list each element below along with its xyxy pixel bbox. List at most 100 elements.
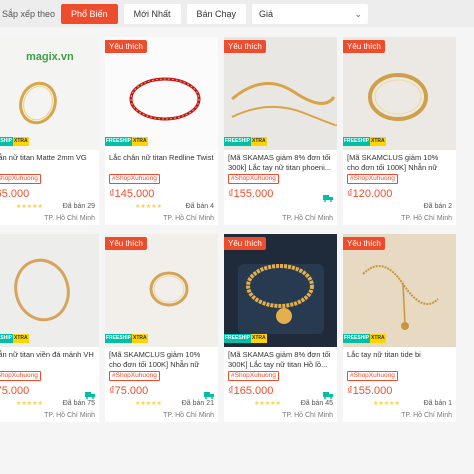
- shop-trend-tag: #ShopXuhuong: [228, 174, 279, 184]
- freeship-label: FREESHIP: [105, 137, 133, 146]
- product-price: ₫75.000: [0, 385, 30, 397]
- rating-stars: ★★★★★: [16, 401, 43, 407]
- product-name[interactable]: nhẫn nữ titan Matte 2mm VG: [0, 153, 95, 172]
- sold-count: Đã bán 45: [300, 400, 333, 407]
- product-card[interactable]: magix.vn FREESHIPXTRA nhẫn nữ titan Matte …: [0, 37, 99, 225]
- freeship-label: FREESHIP: [224, 137, 252, 146]
- seller-location: TP. Hồ Chí Minh: [401, 412, 452, 419]
- product-price: ₫155.000: [347, 385, 393, 397]
- xtra-label: XTRA: [13, 334, 29, 343]
- sort-bestseller-button[interactable]: Bán Chạy: [186, 3, 247, 24]
- shop-trend-tag: #ShopXuhuong: [109, 371, 160, 381]
- product-price: ₫145.000: [109, 188, 155, 200]
- favorite-badge: Yêu thích: [105, 237, 147, 250]
- xtra-label: XTRA: [132, 137, 148, 146]
- sort-popular-button[interactable]: Phổ Biến: [61, 3, 118, 24]
- freeship-xtra-badge: FREESHIPXTRA: [105, 137, 148, 146]
- product-image[interactable]: [343, 37, 456, 150]
- sold-count: Đã bán 1: [423, 400, 452, 407]
- product-card[interactable]: FREESHIPXTRA nhẫn nữ titan viền đá mảnh V…: [0, 234, 99, 422]
- product-card[interactable]: Yêu thích FREESHIP XTRA [Mã SKAMAS giảm 8% …: [224, 37, 337, 225]
- freeship-xtra-badge: FREESHIPXTRA: [343, 137, 386, 146]
- shop-trend-tag: #ShopXuhuong: [347, 371, 398, 381]
- product-price: ₫120.000: [347, 188, 393, 200]
- sold-count: Đã bán 75: [62, 400, 95, 407]
- product-image[interactable]: [105, 37, 218, 150]
- shipping-truck-icon: [323, 189, 333, 202]
- freeship-label: FREESHIP: [343, 334, 371, 343]
- rating-stars: ★★★★★: [135, 401, 162, 407]
- freeship-xtra-badge: FREESHIPXTRA: [0, 334, 29, 343]
- product-image[interactable]: [224, 37, 337, 150]
- watermark-logo: magix.vn: [26, 51, 74, 63]
- product-name[interactable]: [Mã SKAMAS giảm 8% đơn tối 300k] Lắc tay…: [228, 153, 333, 172]
- rating-stars: ★★★★★: [135, 204, 162, 210]
- seller-location: TP. Hồ Chí Minh: [282, 215, 333, 222]
- product-card[interactable]: Yêu thích FREESHIP XTRA [Mã SKAMAS giảm 8% …: [224, 234, 337, 422]
- product-name[interactable]: Lắc tay nữ titan tide bi: [347, 350, 452, 369]
- product-price: ₫155.000: [228, 188, 274, 200]
- product-image[interactable]: [343, 234, 456, 347]
- freeship-xtra-badge: FREESHIPXTRA: [224, 334, 267, 343]
- product-image[interactable]: [0, 234, 99, 347]
- product-photo: [343, 234, 456, 347]
- favorite-badge: Yêu thích: [224, 237, 266, 250]
- shop-trend-tag: #ShopXuhuong: [0, 371, 41, 381]
- favorite-badge: Yêu thích: [224, 40, 266, 53]
- product-name[interactable]: [Mã SKAMCLUS giảm 10% cho đơn tối 100K] …: [109, 350, 214, 369]
- seller-location: TP. Hồ Chí Minh: [282, 412, 333, 419]
- product-image[interactable]: [224, 234, 337, 347]
- product-photo: [0, 234, 99, 347]
- freeship-label: FREESHIP: [105, 334, 133, 343]
- xtra-label: XTRA: [13, 137, 29, 146]
- freeship-label: FREESHIP: [224, 334, 252, 343]
- xtra-label: XTRA: [132, 334, 148, 343]
- product-price: ₫65.000: [0, 188, 30, 200]
- sold-count: Đã bán 4: [185, 203, 214, 210]
- shipping-truck-icon: [204, 386, 214, 399]
- sort-newest-button[interactable]: Mới Nhất: [123, 3, 181, 24]
- product-grid: magix.vnFREESHIPXTRAnhẫn nữ titan Matte …: [0, 37, 456, 422]
- shipping-truck-icon: [323, 386, 333, 399]
- shipping-truck-icon: [85, 386, 95, 399]
- freeship-xtra-badge: FREESHIPXTRA: [343, 334, 386, 343]
- product-card[interactable]: Yêu thích FREESHIP XTRA [Mã SKAMCLUS giảm 1…: [105, 234, 218, 422]
- sold-count: Đã bán 21: [181, 400, 214, 407]
- rating-stars: ★★★★★: [373, 401, 400, 407]
- product-photo: [343, 37, 456, 150]
- sold-count: Đã bán 29: [62, 203, 95, 210]
- freeship-xtra-badge: FREESHIPXTRA: [105, 334, 148, 343]
- chevron-down-icon: ⌄: [354, 8, 363, 19]
- sort-label: Sắp xếp theo: [2, 8, 56, 19]
- product-name[interactable]: nhẫn nữ titan viền đá mảnh VH: [0, 350, 95, 369]
- shop-trend-tag: #ShopXuhuong: [109, 174, 160, 184]
- price-sort-select[interactable]: Giá ⌄: [252, 3, 369, 24]
- seller-location: TP. Hồ Chí Minh: [44, 412, 95, 419]
- product-name[interactable]: [Mã SKAMCLUS giảm 10% cho đơn tối 100K] …: [347, 153, 452, 172]
- product-card[interactable]: Yêu thích FREESHIP XTRA [Mã SKAMCLUS giảm 1…: [343, 37, 456, 225]
- xtra-label: XTRA: [370, 137, 386, 146]
- rating-stars: ★★★★★: [254, 401, 281, 407]
- product-card[interactable]: Yêu thích FREESHIP XTRA Lắc chân nữ titan R…: [105, 37, 218, 225]
- product-photo: [224, 37, 337, 150]
- sold-count: Đã bán 2: [423, 203, 452, 210]
- rating-stars: ★★★★★: [16, 204, 43, 210]
- seller-location: TP. Hồ Chí Minh: [163, 215, 214, 222]
- favorite-badge: Yêu thích: [343, 237, 385, 250]
- product-name[interactable]: Lắc chân nữ titan Redline Twist: [109, 153, 214, 172]
- seller-location: TP. Hồ Chí Minh: [44, 215, 95, 222]
- freeship-xtra-badge: FREESHIPXTRA: [224, 137, 267, 146]
- product-photo: [105, 37, 218, 150]
- product-image[interactable]: [105, 234, 218, 347]
- product-card[interactable]: Yêu thích FREESHIP XTRA Lắc tay nữ titan ti…: [343, 234, 456, 422]
- seller-location: TP. Hồ Chí Minh: [163, 412, 214, 419]
- shop-trend-tag: #ShopXuhuong: [347, 174, 398, 184]
- price-sort-label: Giá: [259, 8, 274, 19]
- sort-bar: Sắp xếp theo Phổ Biến Mới Nhất Bán Chạy …: [0, 0, 474, 27]
- seller-location: TP. Hồ Chí Minh: [401, 215, 452, 222]
- product-name[interactable]: [Mã SKAMAS giảm 8% đơn tối 300K] Lắc tay…: [228, 350, 333, 369]
- favorite-badge: Yêu thích: [343, 40, 385, 53]
- product-price: ₫165.000: [228, 385, 274, 397]
- favorite-badge: Yêu thích: [105, 40, 147, 53]
- freeship-label: FREESHIP: [0, 137, 14, 146]
